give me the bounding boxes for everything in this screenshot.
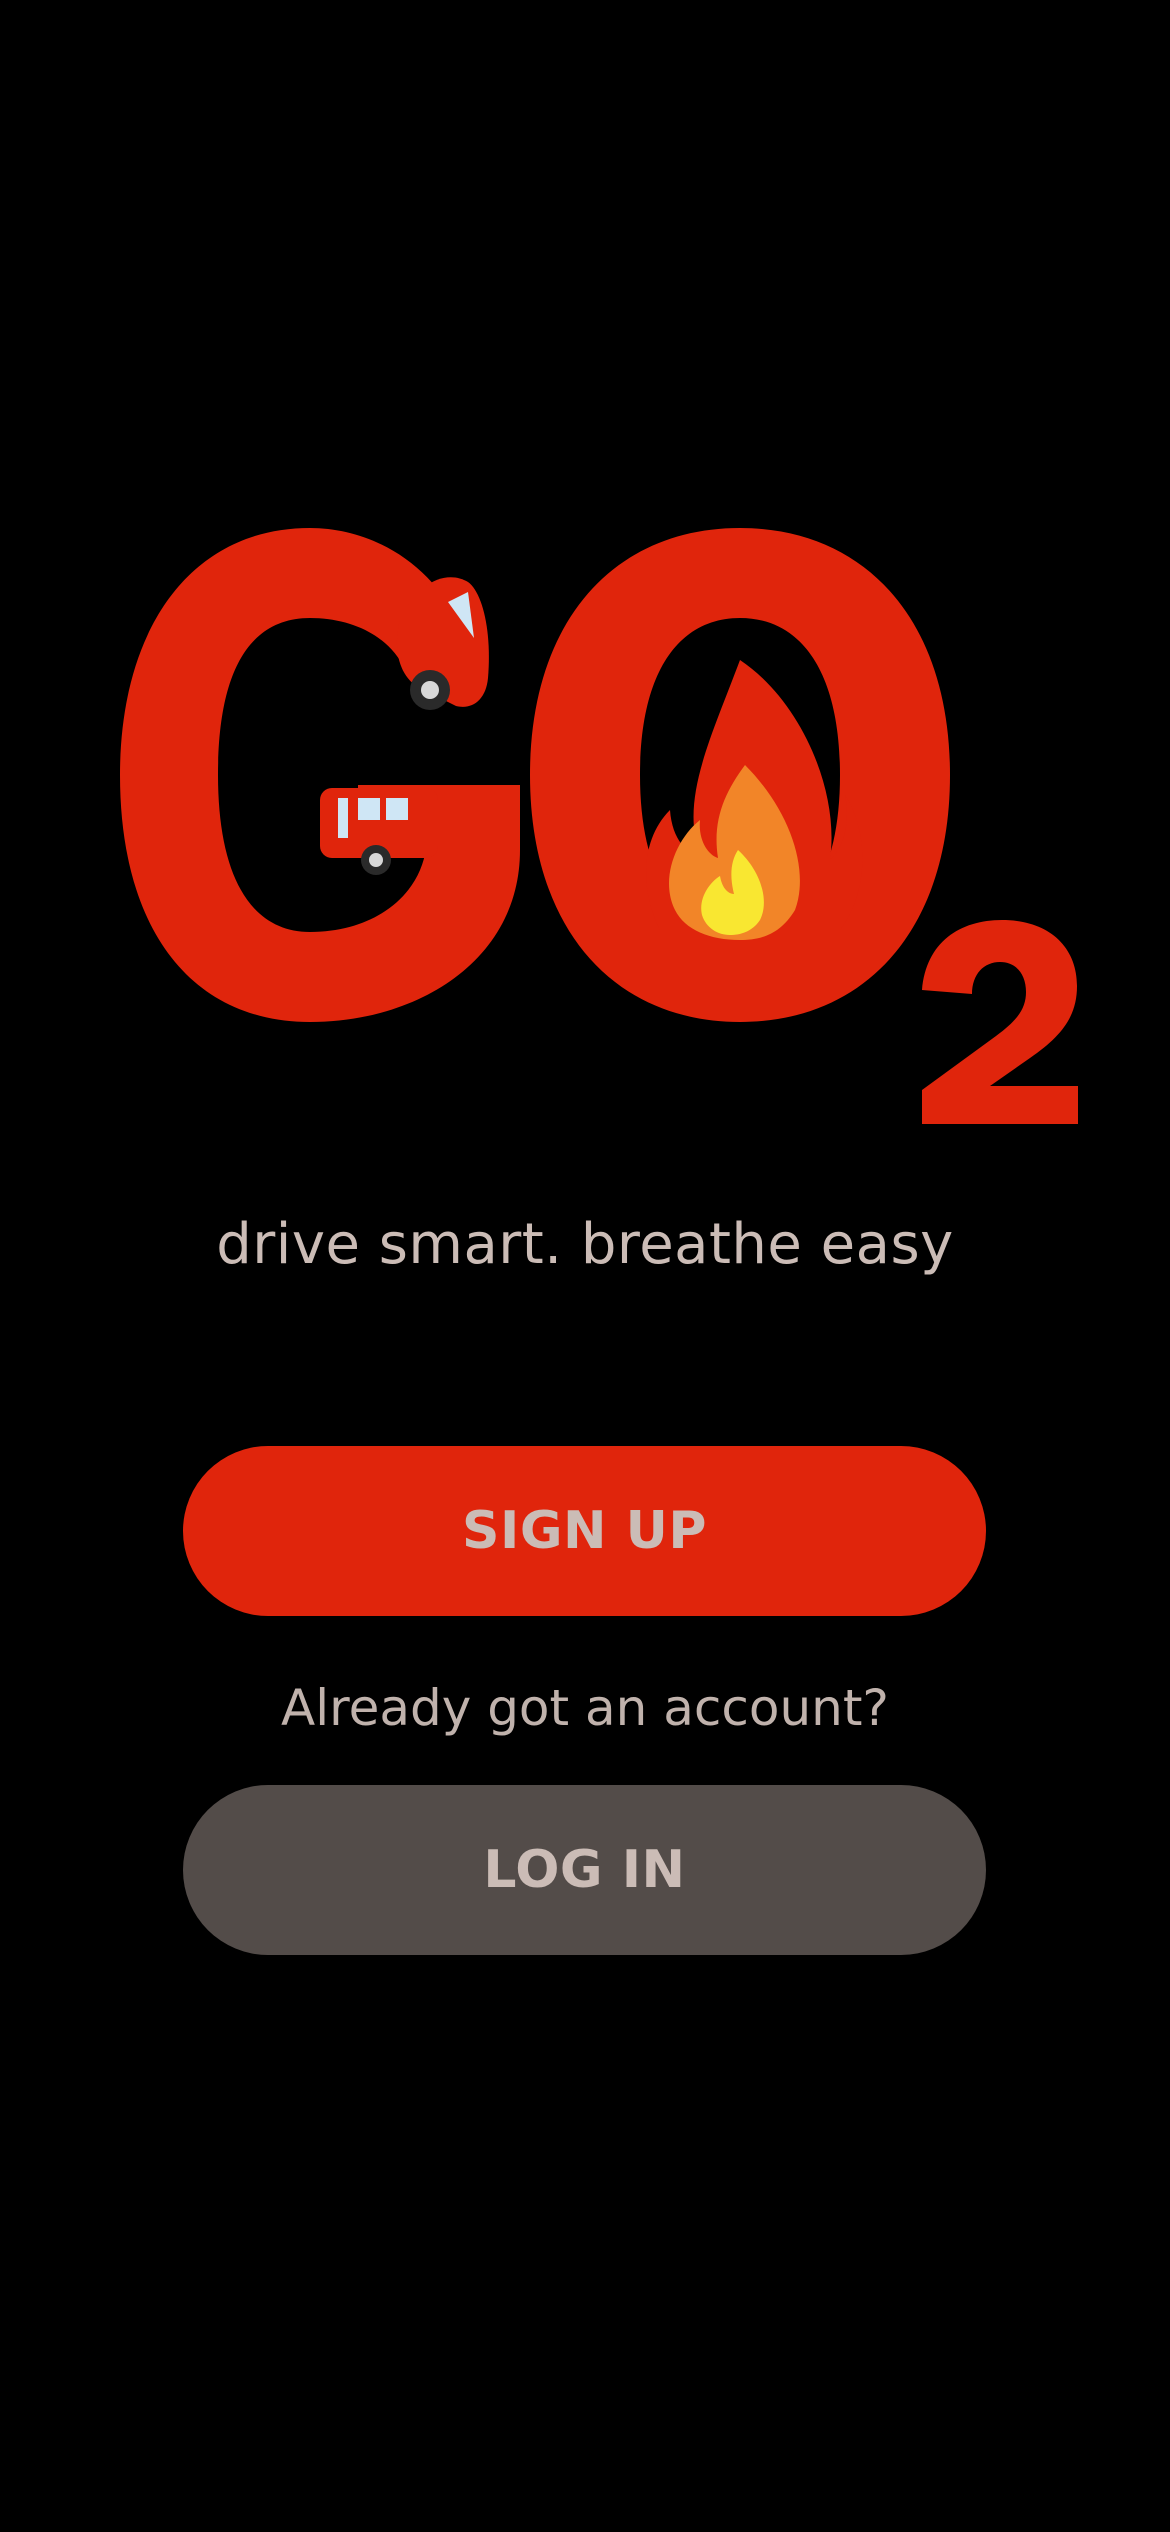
go2-logo <box>100 510 1090 1150</box>
sign-up-button[interactable]: SIGN UP <box>183 1446 986 1616</box>
log-in-label: LOG IN <box>483 1840 686 1900</box>
account-prompt: Already got an account? <box>281 1679 889 1737</box>
logo-subscript-2 <box>922 920 1078 1124</box>
logo-letter-g <box>120 528 520 1022</box>
sign-up-label: SIGN UP <box>462 1501 707 1561</box>
tagline: drive smart. breathe easy <box>216 1212 954 1277</box>
log-in-button[interactable]: LOG IN <box>183 1785 986 1955</box>
bus-icon <box>320 788 438 875</box>
go2-logo-mark <box>120 528 1078 1124</box>
logo-letter-o <box>530 528 950 1022</box>
fire-icon <box>646 660 863 940</box>
